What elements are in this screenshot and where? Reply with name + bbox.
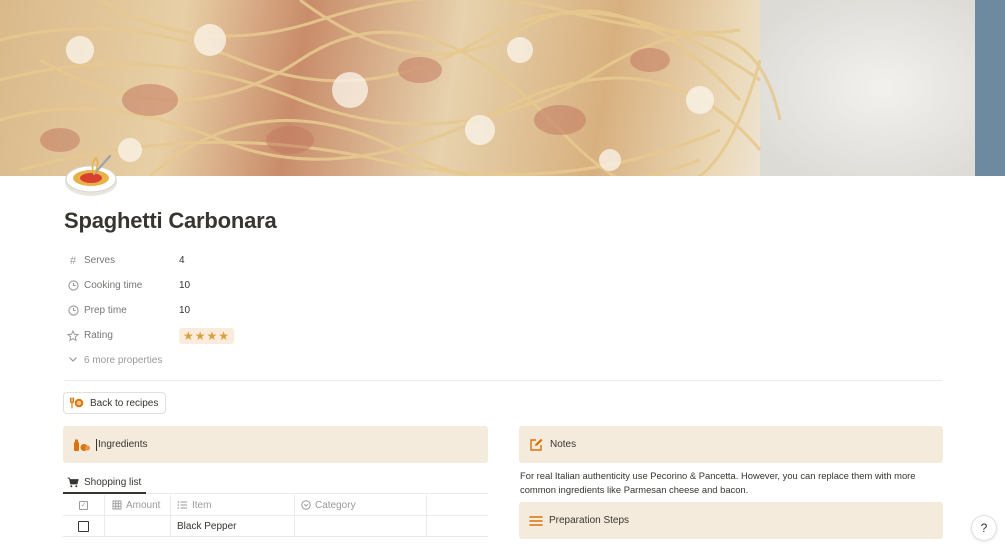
table-row[interactable]: Black Pepper (63, 516, 488, 537)
tab-label: Shopping list (84, 477, 142, 488)
chevron-down-icon (68, 354, 78, 367)
property-serves[interactable]: # Serves 4 (64, 248, 944, 273)
notes-text[interactable]: For real Italian authenticity use Pecori… (520, 469, 930, 497)
column-label: Category (315, 499, 356, 511)
table-header: ✓ Amount Item Category (63, 495, 488, 516)
checkbox-icon: ✓ (79, 500, 88, 510)
empty-cell (427, 516, 488, 536)
back-button-label: Back to recipes (90, 397, 159, 409)
property-prep-time[interactable]: Prep time 10 (64, 298, 944, 323)
column-header-item[interactable]: Item (171, 495, 295, 515)
clock-icon (67, 280, 79, 292)
database-view-tabs: Shopping list (63, 473, 488, 494)
notes-label: Notes (550, 439, 577, 450)
notes-callout[interactable]: Notes (519, 426, 943, 463)
property-label: Prep time (84, 305, 127, 316)
column-header-add[interactable] (427, 495, 488, 515)
cover-image (0, 0, 1005, 176)
spaghetti-icon[interactable] (64, 150, 120, 200)
property-label: Serves (84, 255, 116, 266)
property-value[interactable]: 4 (179, 255, 185, 266)
property-value[interactable]: 10 (179, 305, 190, 316)
property-value[interactable]: 10 (179, 280, 190, 291)
edit-icon (529, 438, 544, 452)
rating-stars[interactable]: ★★★★ (179, 327, 235, 344)
preparation-steps-callout[interactable]: Preparation Steps (519, 502, 943, 539)
column-header-category[interactable]: Category (295, 495, 427, 515)
help-button[interactable]: ? (971, 515, 997, 541)
hash-icon: # (69, 254, 77, 267)
page-title[interactable]: Spaghetti Carbonara (64, 208, 277, 234)
divider (64, 380, 942, 381)
tab-shopping-list[interactable]: Shopping list (63, 473, 147, 494)
column-label: Item (192, 499, 212, 511)
preparation-steps-label: Preparation Steps (549, 515, 630, 526)
column-label: Amount (126, 499, 161, 511)
select-icon (301, 500, 311, 510)
more-properties-label: 6 more properties (84, 355, 163, 366)
list-icon (529, 515, 543, 527)
more-properties-toggle[interactable]: 6 more properties (64, 348, 944, 373)
cart-icon (67, 477, 79, 488)
item-cell[interactable]: Black Pepper (171, 516, 295, 536)
list-icon (177, 500, 188, 510)
column-header-amount[interactable]: Amount (105, 495, 171, 515)
property-cooking-time[interactable]: Cooking time 10 (64, 273, 944, 298)
grid-icon (112, 500, 122, 510)
ingredients-label: Ingredients (98, 439, 148, 450)
shopping-list-table: ✓ Amount Item Category Black Pepper (63, 495, 488, 537)
fork-plate-icon (69, 397, 84, 409)
property-label: Cooking time (84, 280, 143, 291)
amount-cell[interactable] (105, 516, 171, 536)
back-to-recipes-button[interactable]: Back to recipes (63, 392, 167, 414)
ingredients-callout[interactable]: Ingredients (63, 426, 488, 463)
property-label: Rating (84, 330, 113, 341)
text-cursor (96, 438, 97, 451)
cover-photo (0, 0, 1005, 176)
properties-panel: # Serves 4 Cooking time 10 Prep time 10 … (64, 248, 944, 373)
row-checkbox-cell (63, 516, 105, 536)
row-checkbox[interactable] (78, 520, 89, 532)
property-rating[interactable]: Rating ★★★★ (64, 323, 944, 348)
clock-icon (67, 305, 79, 317)
star-icon (67, 329, 79, 342)
category-cell[interactable] (295, 516, 427, 536)
ingredients-icon (73, 438, 90, 452)
column-header-checkbox[interactable]: ✓ (63, 495, 105, 515)
